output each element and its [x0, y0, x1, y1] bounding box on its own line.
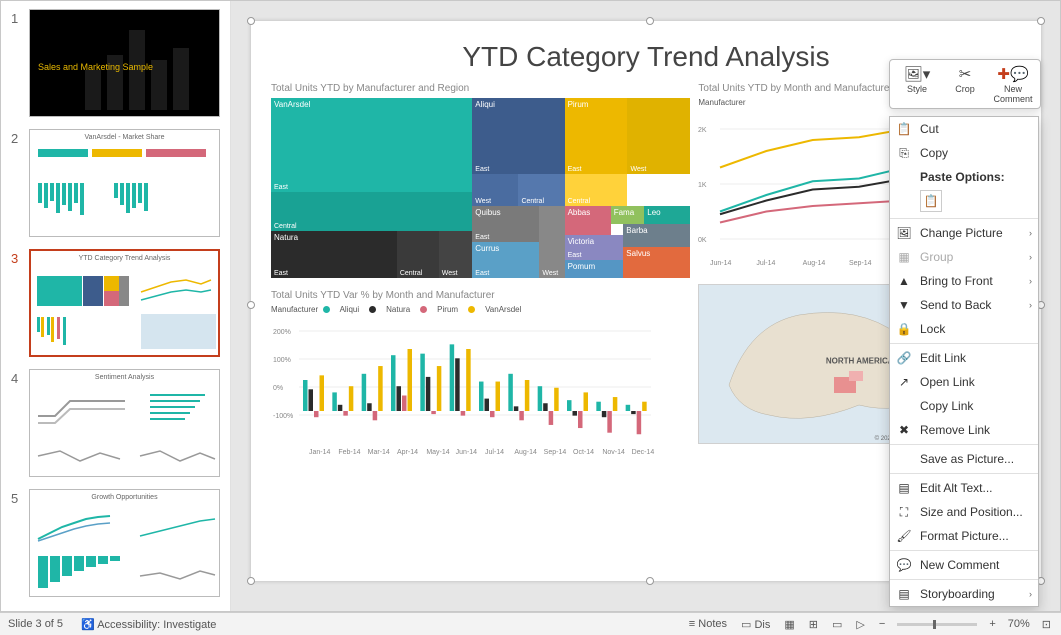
svg-text:1K: 1K [698, 182, 707, 189]
ctx-bring-front[interactable]: ▲Bring to Front› [890, 269, 1038, 293]
svg-text:-100%: -100% [273, 413, 293, 420]
svg-text:Feb-14: Feb-14 [338, 449, 360, 456]
alt-text-icon: ▤ [896, 480, 912, 496]
svg-text:Mar-14: Mar-14 [368, 449, 390, 456]
ctx-send-back[interactable]: ▼Send to Back› [890, 293, 1038, 317]
svg-text:Sep-14: Sep-14 [849, 260, 872, 267]
svg-text:Aug-14: Aug-14 [514, 449, 537, 456]
ctx-lock[interactable]: 🔒Lock [890, 317, 1038, 341]
svg-text:Jun-14: Jun-14 [710, 260, 732, 267]
slide-canvas[interactable]: ⟳ YTD Category Trend Analysis Total Unit… [231, 1, 1060, 611]
send-back-icon: ▼ [896, 297, 912, 313]
ctx-change-picture[interactable]: 🖼Change Picture› [890, 221, 1038, 245]
status-bar: Slide 3 of 5 ♿ Accessibility: Investigat… [0, 612, 1061, 635]
size-icon: ⛶ [896, 504, 912, 520]
ctx-copy-link[interactable]: Copy Link [890, 394, 1038, 418]
group-icon: ▦ [896, 249, 912, 265]
accessibility-status[interactable]: ♿ Accessibility: Investigate [81, 618, 216, 631]
slide-thumb-1[interactable]: Sales and Marketing Sample [29, 9, 220, 117]
svg-text:May-14: May-14 [426, 449, 449, 456]
svg-text:0%: 0% [273, 385, 283, 392]
slide-counter[interactable]: Slide 3 of 5 [8, 618, 63, 630]
reading-view-icon[interactable]: ▭ [830, 618, 844, 631]
paste-icon: 📋 [896, 121, 912, 137]
open-link-icon: ↗ [896, 374, 912, 390]
ctx-open-link[interactable]: ↗Open Link [890, 370, 1038, 394]
crop-button[interactable]: ✂Crop [944, 64, 986, 104]
zoom-out-button[interactable]: − [877, 618, 887, 630]
zoom-in-button[interactable]: + [987, 618, 997, 630]
svg-text:Apr-14: Apr-14 [397, 449, 418, 456]
new-comment-button[interactable]: ✚💬New Comment [992, 64, 1034, 104]
link-icon: 🔗 [896, 350, 912, 366]
svg-text:Jul-14: Jul-14 [757, 260, 776, 267]
treemap-chart: VanArsdelEastCentralNaturaEastCentralWes… [271, 98, 690, 278]
ctx-save-picture[interactable]: Save as Picture... [890, 447, 1038, 471]
ctx-copy[interactable]: ⎘Copy [890, 141, 1038, 165]
zoom-slider[interactable] [897, 623, 977, 626]
ctx-storyboarding[interactable]: ▤Storyboarding› [890, 582, 1038, 606]
context-menu: ✂Cut ⎘Copy 📋Paste Options: 📋 🖼Change Pic… [889, 116, 1039, 607]
svg-text:Sep-14: Sep-14 [544, 449, 567, 456]
slideshow-icon[interactable]: ▷ [854, 618, 866, 631]
svg-text:Jul-14: Jul-14 [485, 449, 504, 456]
change-picture-icon: 🖼 [896, 225, 912, 241]
slide-thumb-3[interactable]: YTD Category Trend Analysis [29, 249, 220, 357]
display-settings-button[interactable]: ▭ Dis [739, 618, 772, 631]
slide-sorter-icon[interactable]: ⊞ [807, 618, 820, 631]
paste-keep-formatting-icon: 📋 [920, 190, 942, 212]
ctx-paste-option[interactable]: 📋 [890, 186, 1038, 216]
barchart: 200% 100% 0% -100% Jan-14 Feb-14 Mar-14 Apr-14 M… [271, 316, 690, 456]
slide-thumb-4[interactable]: Sentiment Analysis [29, 369, 220, 477]
svg-text:Aug-14: Aug-14 [803, 260, 826, 267]
picture-style-icon: 🖼︎▾ [896, 64, 938, 84]
storyboard-icon: ▤ [896, 586, 912, 602]
ctx-alt-text[interactable]: ▤Edit Alt Text... [890, 476, 1038, 500]
ctx-edit-link[interactable]: 🔗Edit Link [890, 346, 1038, 370]
svg-text:Dec-14: Dec-14 [632, 449, 655, 456]
ctx-group: ▦Group› [890, 245, 1038, 269]
treemap-title: Total Units YTD by Manufacturer and Regi… [271, 83, 690, 94]
svg-text:0K: 0K [698, 237, 707, 244]
barchart-title: Total Units YTD Var % by Month and Manuf… [271, 290, 690, 301]
ctx-size-position[interactable]: ⛶Size and Position... [890, 500, 1038, 524]
style-button[interactable]: 🖼︎▾Style [896, 64, 938, 104]
accessibility-icon: ♿ [81, 619, 95, 631]
zoom-level[interactable]: 70% [1008, 618, 1030, 630]
chevron-right-icon: › [1029, 228, 1032, 238]
svg-text:100%: 100% [273, 357, 291, 364]
crop-icon: ✂ [944, 64, 986, 84]
ctx-remove-link[interactable]: ✖Remove Link [890, 418, 1038, 442]
comment-icon: 💬 [896, 557, 912, 573]
bring-front-icon: ▲ [896, 273, 912, 289]
ctx-cut[interactable]: ✂Cut [890, 117, 1038, 141]
lock-icon: 🔒 [896, 321, 912, 337]
ctx-new-comment[interactable]: 💬New Comment [890, 553, 1038, 577]
fit-to-window-icon[interactable]: ⊡ [1040, 618, 1053, 631]
svg-text:2K: 2K [698, 127, 707, 134]
copy-icon: ⎘ [896, 145, 912, 161]
ctx-format-picture[interactable]: 🖌Format Picture... [890, 524, 1038, 548]
normal-view-icon[interactable]: ▦ [782, 618, 796, 631]
barchart-legend: Manufacturer AliquiNaturaPirumVanArsdel [271, 305, 690, 314]
ctx-paste-options-label: 📋Paste Options: [890, 165, 1038, 186]
svg-text:Jun-14: Jun-14 [456, 449, 478, 456]
svg-text:Oct-14: Oct-14 [573, 449, 594, 456]
comment-icon: ✚💬 [992, 64, 1034, 84]
svg-text:200%: 200% [273, 329, 291, 336]
svg-text:Nov-14: Nov-14 [602, 449, 625, 456]
format-icon: 🖌 [896, 528, 912, 544]
notes-button[interactable]: ≡ Notes [687, 618, 729, 630]
slide-thumb-5[interactable]: Growth Opportunities [29, 489, 220, 597]
svg-text:Jan-14: Jan-14 [309, 449, 331, 456]
remove-link-icon: ✖ [896, 422, 912, 438]
thumb-number: 1 [11, 9, 29, 117]
slide-thumb-2[interactable]: VanArsdel - Market Share [29, 129, 220, 237]
mini-toolbar: 🖼︎▾Style ✂Crop ✚💬New Comment [889, 59, 1041, 109]
thumbnail-panel: 1 Sales and Marketing Sample 2 VanArsdel… [1, 1, 231, 611]
